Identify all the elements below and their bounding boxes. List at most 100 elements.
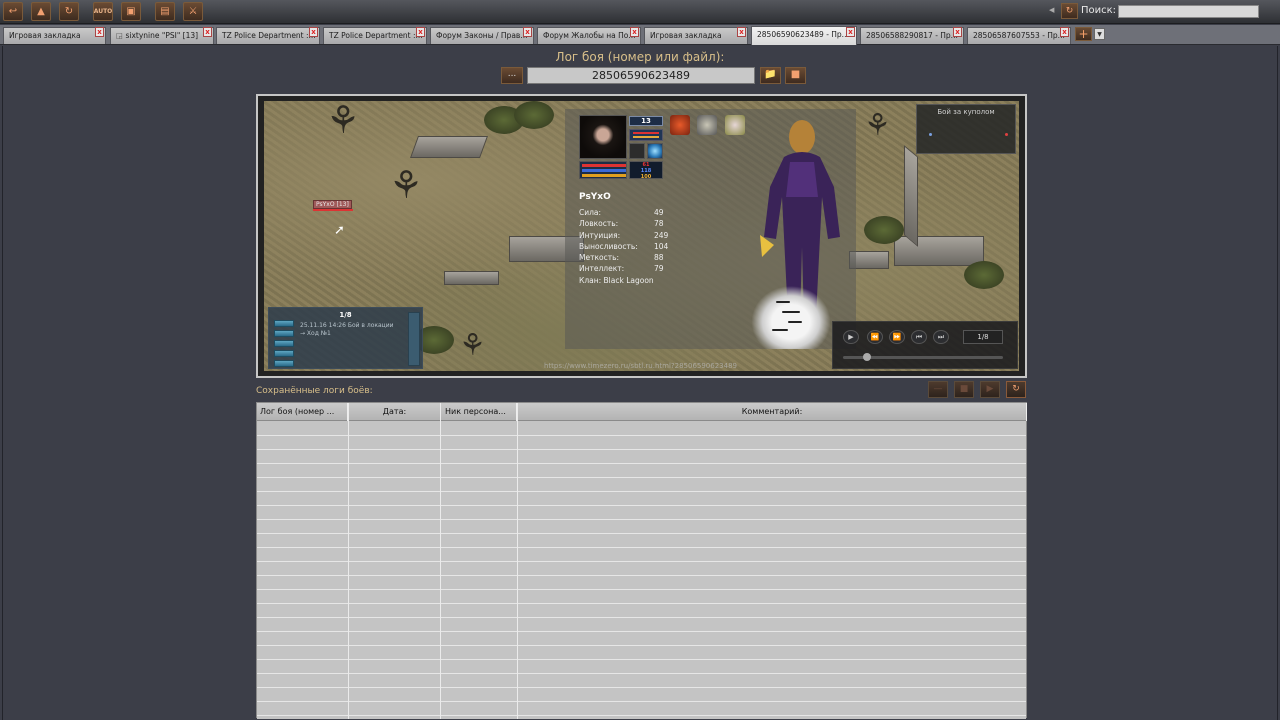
table-rows[interactable] xyxy=(257,422,1026,719)
bush xyxy=(864,216,904,244)
player-label[interactable]: PsYxO [13] xyxy=(313,200,352,209)
skip-forward-icon[interactable]: ⏭ xyxy=(933,330,949,344)
tab-log-28506590623489[interactable]: 28506590623489 - Пр... xyxy=(751,26,857,45)
battle-replay-frame: ⚘ ⚘ ⚘ ⚘ PsYxO [13] ➚ Бой за куполом 13 6… xyxy=(256,94,1027,378)
window-icon[interactable]: ▣ xyxy=(121,2,141,21)
stat-value: 88 xyxy=(654,253,664,263)
auto-icon[interactable]: AUTO xyxy=(93,2,113,21)
character-name: PsYxO xyxy=(579,192,611,202)
close-icon[interactable]: x xyxy=(630,27,639,37)
table-header: Лог боя (номер ... Дата: Ник персона... … xyxy=(257,403,1027,421)
rank-bars xyxy=(629,129,663,141)
close-icon[interactable]: x xyxy=(1060,27,1069,37)
tree: ⚘ xyxy=(389,163,424,207)
fast-forward-icon[interactable]: ⏩ xyxy=(889,330,905,344)
main-toolbar: ↩ ▲ ↻ AUTO ▣ ▤ ⚔ ◀ ↻ Поиск: xyxy=(0,0,1280,24)
list-icon[interactable]: ▤ xyxy=(155,2,175,21)
stat-row: Ловкость: 78 xyxy=(579,219,719,230)
back-icon[interactable]: ↩ xyxy=(3,2,23,21)
chevron-down-icon[interactable]: ▼ xyxy=(1094,28,1105,40)
stats-list: Сила: 49 Ловкость: 78 Интуиция: 249 Выносли… xyxy=(579,208,719,276)
search-icon[interactable]: ↻ xyxy=(1061,3,1078,19)
log-title: Лог боя (номер или файл): xyxy=(555,50,725,64)
player-health-bar xyxy=(313,209,353,211)
tab-label: 28506587607553 - Пр... xyxy=(973,31,1065,40)
column-header-nick[interactable]: Ник персона... xyxy=(445,403,517,421)
tab-label: Форум Законы / Прав... xyxy=(436,31,528,40)
ruin-wall xyxy=(409,136,489,158)
column-header-comment[interactable]: Комментарий: xyxy=(518,403,1027,421)
tab-log-28506587607553[interactable]: 28506587607553 - Пр... xyxy=(967,27,1071,44)
tab-game-bookmark-2[interactable]: Игровая закладка xyxy=(644,27,748,44)
refresh-icon[interactable]: ↻ xyxy=(1006,381,1026,398)
game-icon[interactable]: ⚔ xyxy=(183,2,203,21)
minimap[interactable]: Бой за куполом xyxy=(916,104,1016,154)
battle-map[interactable]: ⚘ ⚘ ⚘ ⚘ PsYxO [13] ➚ Бой за куполом 13 6… xyxy=(264,101,1019,371)
tab-log-28506588290817[interactable]: 28506588290817 - Пр... xyxy=(860,27,964,44)
add-tab-button[interactable]: + xyxy=(1075,27,1092,41)
battle-log-panel: 1/8 25.11.16 14:26 Бой в локации → Ход №… xyxy=(268,307,423,369)
tab-police-1[interactable]: TZ Police Department :... xyxy=(216,27,320,44)
open-icon[interactable]: ▶ xyxy=(980,381,1000,398)
column-divider xyxy=(440,403,441,719)
ally-dot xyxy=(929,133,932,136)
tab-forum-laws[interactable]: Форум Законы / Прав... xyxy=(430,27,534,44)
delete-icon[interactable]: ■ xyxy=(954,381,974,398)
edit-icon[interactable]: — xyxy=(928,381,948,398)
stat-row: Выносливость: 104 xyxy=(579,242,719,253)
close-icon[interactable]: x xyxy=(95,27,104,37)
stat-label: Сила: xyxy=(579,208,602,217)
play-icon[interactable]: ▶ xyxy=(843,330,859,344)
folder-icon[interactable]: 📁 xyxy=(760,67,781,84)
avatar xyxy=(579,115,627,159)
bush xyxy=(964,261,1004,289)
close-icon[interactable]: x xyxy=(846,27,855,37)
close-icon[interactable]: x xyxy=(737,27,746,37)
tab-police-2[interactable]: TZ Police Department :... xyxy=(323,27,427,44)
column-header-log[interactable]: Лог боя (номер ... xyxy=(260,403,348,421)
skip-back-icon[interactable]: ⏮ xyxy=(911,330,927,344)
column-header-date[interactable]: Дата: xyxy=(349,403,441,421)
hp-bars xyxy=(579,161,627,179)
stat-row: Интеллект: 79 xyxy=(579,264,719,275)
close-icon[interactable]: x xyxy=(203,27,212,37)
close-icon[interactable]: x xyxy=(416,27,425,37)
save-icon[interactable]: ■ xyxy=(785,67,806,84)
empty-slot-icon xyxy=(629,143,645,159)
stat-value: 249 xyxy=(654,230,669,240)
energy-value: 100 xyxy=(640,174,652,180)
rewind-icon[interactable]: ⏪ xyxy=(867,330,883,344)
close-icon[interactable]: x xyxy=(523,27,532,37)
level-badge: 13 xyxy=(629,116,663,126)
ruin-wall xyxy=(904,145,918,247)
column-divider xyxy=(348,403,349,719)
tab-forum-complaints[interactable]: Форум Жалобы на По... xyxy=(537,27,641,44)
browse-button[interactable]: ... xyxy=(501,67,523,84)
tree: ⚘ xyxy=(459,328,486,363)
log-number-input[interactable]: 28506590623489 xyxy=(527,67,755,84)
chat-scrollbar[interactable] xyxy=(408,312,420,366)
search-input[interactable] xyxy=(1118,5,1259,18)
home-icon[interactable]: ▲ xyxy=(31,2,51,21)
chat-tab-button[interactable] xyxy=(274,360,294,367)
tab-label: Игровая закладка xyxy=(650,31,722,40)
arrow-left-icon[interactable]: ◀ xyxy=(1049,6,1054,14)
refresh-icon[interactable]: ↻ xyxy=(59,2,79,21)
tiger-stripe xyxy=(776,301,790,303)
enemy-dot xyxy=(1005,133,1008,136)
close-icon[interactable]: x xyxy=(953,27,962,37)
cursor-icon: ➚ xyxy=(334,223,345,238)
chat-tab-button[interactable] xyxy=(274,320,294,327)
minimap-title: Бой за куполом xyxy=(937,108,995,116)
stat-row: Интуиция: 249 xyxy=(579,231,719,242)
close-icon[interactable]: x xyxy=(309,27,318,37)
chat-tab-button[interactable] xyxy=(274,340,294,347)
tab-bar: Игровая закладка x ◲ sixtynine "PSI" [13… xyxy=(0,25,1280,45)
tab-sixtynine[interactable]: ◲ sixtynine "PSI" [13] xyxy=(110,27,214,44)
tab-label: sixtynine "PSI" [13] xyxy=(125,31,199,40)
search-label: Поиск: xyxy=(1081,5,1117,16)
chat-tab-button[interactable] xyxy=(274,330,294,337)
chat-tab-button[interactable] xyxy=(274,350,294,357)
replay-slider-knob[interactable] xyxy=(863,353,871,361)
tab-game-bookmark[interactable]: Игровая закладка xyxy=(3,27,106,44)
